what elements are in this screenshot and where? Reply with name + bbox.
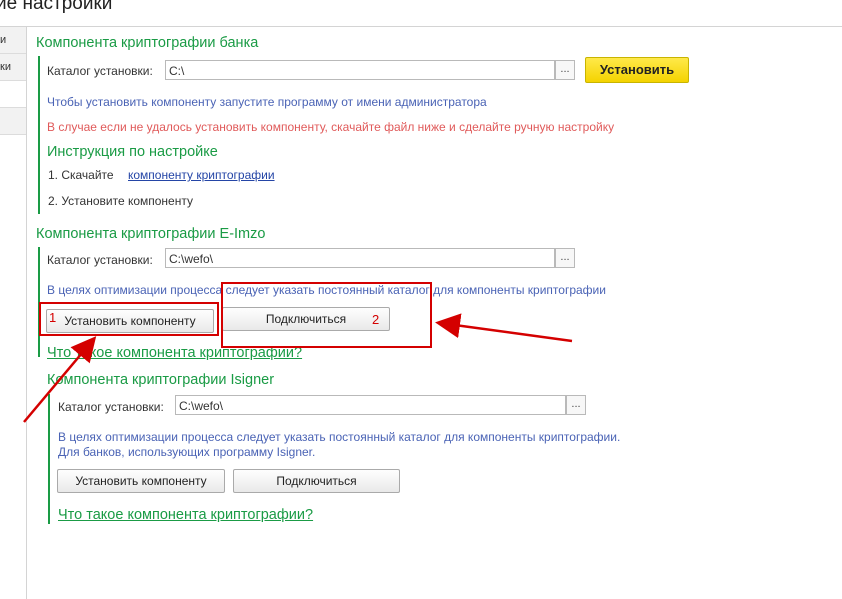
annotation-arrows [23, 313, 573, 423]
annotation-arrow-2 [435, 313, 573, 343]
annotation-arrow-1 [23, 336, 97, 423]
